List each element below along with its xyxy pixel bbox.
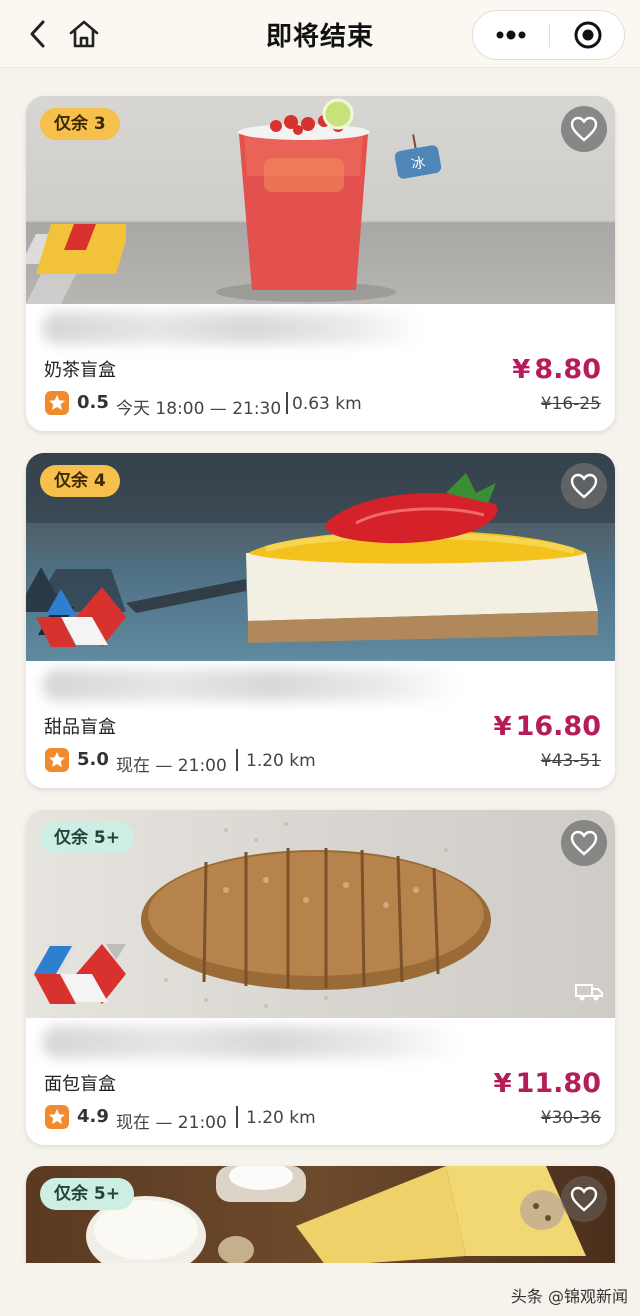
shop-logo	[34, 944, 126, 1004]
distance: 0.63 km	[292, 394, 362, 414]
target-close-icon	[574, 21, 601, 49]
watermark: 头条 @锦观新闻	[510, 1287, 628, 1306]
mini-program-capsule	[472, 10, 625, 60]
favorite-button[interactable]	[561, 1176, 607, 1222]
shop-name-redacted	[42, 312, 422, 344]
product-name: 奶茶盲盒	[44, 360, 116, 381]
price-value: 8.80	[534, 354, 601, 385]
rating-star-icon	[45, 391, 69, 415]
svg-text:冰: 冰	[410, 155, 427, 173]
pickup-time: 现在 — 21:00	[116, 1113, 227, 1133]
pickup-time: 现在 — 21:00	[116, 756, 227, 776]
original-price: ¥43-51	[540, 751, 601, 771]
rating-star-icon	[45, 748, 69, 772]
product-image: 冰 仅余 3	[26, 96, 615, 304]
distance: 1.20 km	[246, 751, 316, 771]
heart-icon	[570, 473, 598, 499]
stock-badge: 仅余 5+	[40, 822, 134, 854]
stock-badge: 仅余 3	[40, 108, 120, 140]
heart-icon	[570, 830, 598, 856]
currency-symbol: ¥	[493, 1069, 512, 1099]
product-name: 甜品盲盒	[44, 717, 116, 738]
more-dots-icon	[496, 30, 526, 40]
price: ¥8.80	[512, 354, 601, 385]
chevron-left-icon	[30, 20, 45, 48]
more-button[interactable]	[473, 11, 549, 59]
price: ¥11.80	[494, 1068, 602, 1099]
divider	[236, 749, 238, 771]
original-price: ¥30-36	[540, 1108, 601, 1128]
pickup-time: 今天 18:00 — 21:30	[116, 399, 282, 419]
product-image: 仅余 5+	[26, 810, 615, 1018]
shop-logo	[26, 567, 126, 647]
heart-icon	[570, 1186, 598, 1212]
close-mini-program-button[interactable]	[550, 11, 625, 59]
blind-box-card[interactable]: 仅余 4 甜品盲盒 5.0 现在 — 21:00 1.20 km ¥16.80 …	[26, 453, 615, 788]
favorite-button[interactable]	[561, 106, 607, 152]
rating-value: 4.9	[77, 1106, 109, 1127]
blind-box-card[interactable]: 仅余 5+ 面包盲盒 4.9 现在 — 21:00 1.20 km ¥11.80	[26, 810, 615, 1145]
stock-badge: 仅余 5+	[40, 1178, 134, 1210]
distance: 1.20 km	[246, 1108, 316, 1128]
favorite-button[interactable]	[561, 820, 607, 866]
price-value: 16.80	[515, 711, 601, 742]
shop-logo	[26, 224, 126, 304]
product-image: 仅余 4	[26, 453, 615, 661]
blind-box-card[interactable]: 冰 仅余 3 奶茶盲盒 0.5 今天 18:00 — 21:30 0.63 km…	[26, 96, 615, 431]
divider	[286, 392, 288, 414]
home-icon	[69, 20, 99, 48]
original-price: ¥16-25	[540, 394, 601, 414]
currency-symbol: ¥	[493, 712, 512, 742]
currency-symbol: ¥	[512, 355, 531, 385]
favorite-button[interactable]	[561, 463, 607, 509]
heart-icon	[570, 116, 598, 142]
navigation-bar: 即将结束	[0, 0, 640, 68]
price-value: 11.80	[515, 1068, 601, 1099]
divider	[236, 1106, 238, 1128]
rating-value: 0.5	[77, 392, 109, 413]
home-button[interactable]	[62, 12, 106, 56]
delivery-truck-icon	[575, 984, 603, 1001]
stock-badge: 仅余 4	[40, 465, 120, 497]
price: ¥16.80	[494, 711, 602, 742]
rating-star-icon	[45, 1105, 69, 1129]
back-button[interactable]	[18, 14, 58, 54]
product-name: 面包盲盒	[44, 1074, 116, 1095]
shop-name-redacted	[42, 1026, 462, 1058]
shop-name-redacted	[42, 669, 462, 701]
rating-value: 5.0	[77, 749, 109, 770]
